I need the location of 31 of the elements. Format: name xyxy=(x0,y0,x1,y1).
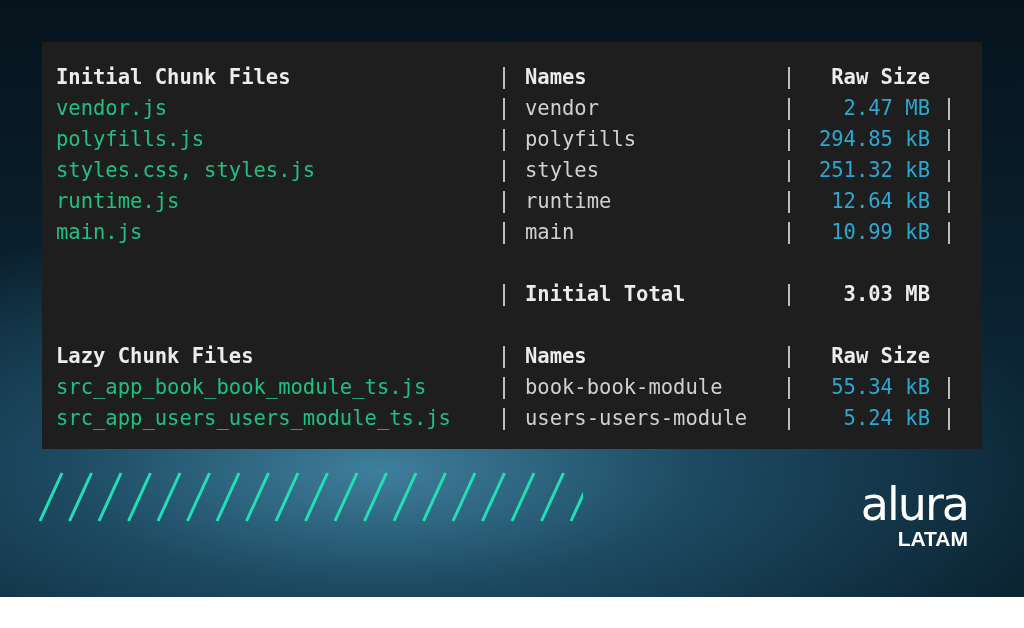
chunk-name: book-book-module xyxy=(525,375,723,400)
file-size: 10.99 kB xyxy=(831,219,930,247)
file-size: 251.32 kB xyxy=(818,157,930,185)
logo-region: LATAM xyxy=(897,527,968,551)
column-header: Names xyxy=(525,344,587,369)
file-name: runtime.js xyxy=(56,189,180,214)
file-size: 12.64 kB xyxy=(831,188,930,216)
column-header: Raw Size xyxy=(831,343,930,371)
column-header: Initial Chunk Files xyxy=(56,65,291,90)
file-size: 55.34 kB xyxy=(831,374,930,402)
chunk-name: polyfills xyxy=(525,127,637,152)
file-name: src_app_users_users_module_ts.js xyxy=(56,406,451,431)
chunk-name: runtime xyxy=(525,189,612,214)
chunk-name: styles xyxy=(525,158,600,183)
logo-wordmark: alura xyxy=(860,481,968,527)
column-header: Raw Size xyxy=(831,64,930,92)
file-name: styles.css, styles.js xyxy=(56,158,316,183)
chunk-name: main xyxy=(525,220,575,245)
file-size: 2.47 MB xyxy=(843,95,930,123)
file-name: main.js xyxy=(56,220,143,245)
total-label: Initial Total xyxy=(525,282,686,307)
file-name: polyfills.js xyxy=(56,127,205,152)
file-name: src_app_book_book_module_ts.js xyxy=(56,375,427,400)
file-size: 294.85 kB xyxy=(818,126,930,154)
file-name: vendor.js xyxy=(56,96,168,121)
chunk-name: users-users-module xyxy=(525,406,748,431)
column-header: Names xyxy=(525,65,587,90)
file-size: 5.24 kB xyxy=(843,405,930,433)
total-size: 3.03 MB xyxy=(843,281,930,309)
chunk-name: vendor xyxy=(525,96,600,121)
column-header: Lazy Chunk Files xyxy=(56,344,254,369)
